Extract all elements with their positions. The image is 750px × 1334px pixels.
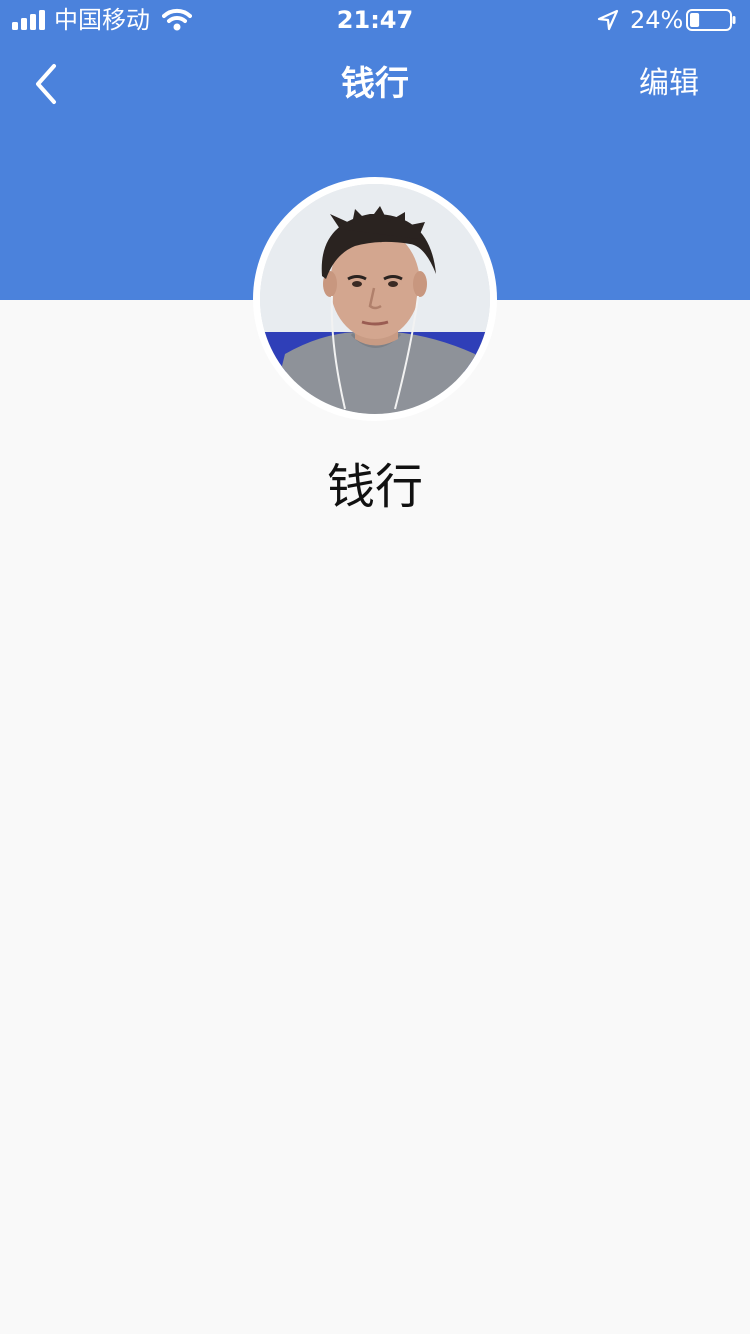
edit-button[interactable]: 编辑 [624, 60, 714, 108]
user-photo [260, 184, 490, 414]
location-arrow-icon [597, 9, 619, 31]
status-bar: 中国移动 21:47 24% [0, 0, 750, 40]
profile-name: 钱行 [326, 459, 423, 515]
battery-percent: 24% [630, 6, 684, 34]
battery-icon [686, 9, 736, 31]
profile-screen: 中国移动 21:47 24% 钱行 编辑 钱行 [0, 0, 750, 1334]
avatar[interactable] [253, 177, 497, 421]
